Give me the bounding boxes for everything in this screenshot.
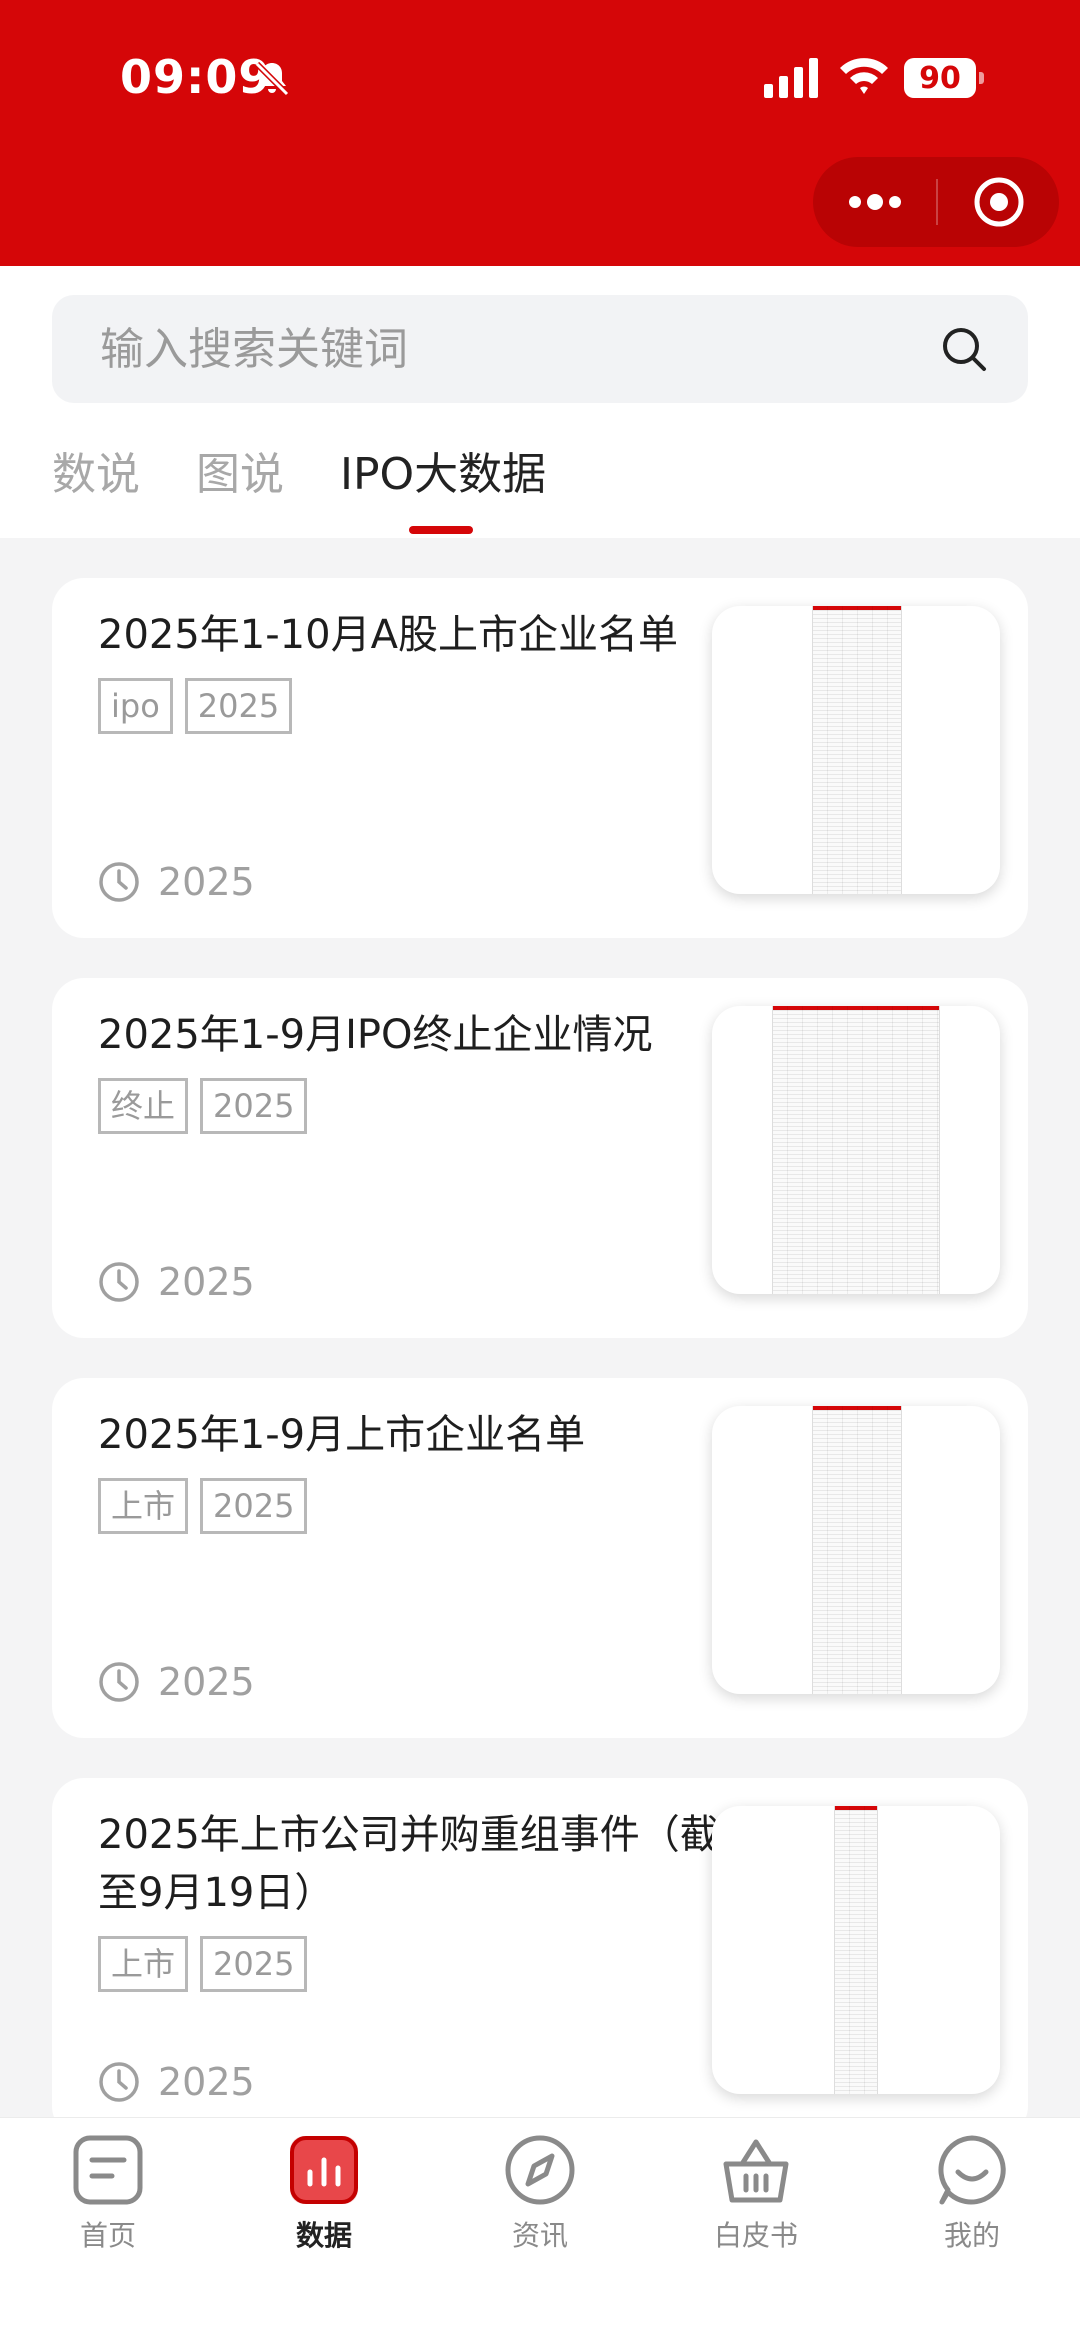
card-date: 2025 bbox=[98, 860, 255, 904]
tag: 2025 bbox=[200, 1478, 308, 1534]
card-tags: 上市 2025 bbox=[98, 1936, 308, 1992]
search-input[interactable] bbox=[98, 295, 918, 403]
card-thumbnail bbox=[712, 1006, 1000, 1294]
article-card[interactable]: 2025年上市公司并购重组事件（截至9月19日） 上市 2025 2025 bbox=[52, 1778, 1028, 2138]
nav-whitepaper-label: 白皮书 bbox=[713, 2219, 798, 2252]
card-date-text: 2025 bbox=[158, 2060, 255, 2104]
smile-icon bbox=[938, 2135, 1006, 2205]
tag: 上市 bbox=[98, 1936, 189, 1992]
spreadsheet-image bbox=[812, 1406, 902, 1694]
card-date: 2025 bbox=[98, 1260, 255, 1304]
compass-icon bbox=[505, 2135, 575, 2205]
bar-chart-icon bbox=[290, 2136, 358, 2204]
battery-indicator: 90 bbox=[904, 58, 984, 98]
card-date-text: 2025 bbox=[158, 860, 255, 904]
clock-icon bbox=[99, 1662, 139, 1702]
close-miniprogram-button[interactable] bbox=[938, 157, 1059, 247]
card-date-text: 2025 bbox=[158, 1260, 255, 1304]
doc-icon bbox=[73, 2135, 143, 2205]
nav-home-label: 首页 bbox=[79, 2219, 136, 2252]
more-dots-icon bbox=[848, 194, 901, 210]
card-title: 2025年上市公司并购重组事件（截至9月19日） bbox=[98, 1812, 720, 1916]
header-bar: 09:09 90 bbox=[0, 0, 1080, 266]
bell-muted-icon bbox=[254, 61, 290, 97]
nav-data-label: 数据 bbox=[295, 2219, 352, 2252]
search-bar[interactable] bbox=[52, 295, 1028, 403]
card-title: 2025年1-9月IPO终止企业情况 bbox=[98, 1012, 653, 1058]
nav-home[interactable]: 首页 bbox=[8, 2132, 208, 2272]
card-title: 2025年1-9月上市企业名单 bbox=[98, 1412, 586, 1458]
tab-tushuo[interactable]: 图说 bbox=[196, 440, 284, 510]
article-card[interactable]: 2025年1-9月上市企业名单 上市 2025 2025 bbox=[52, 1378, 1028, 1738]
tag: 2025 bbox=[200, 1936, 308, 1992]
clock-icon bbox=[99, 862, 139, 902]
target-close-icon bbox=[974, 177, 1023, 227]
spreadsheet-image bbox=[812, 606, 902, 894]
tag: 上市 bbox=[98, 1478, 189, 1534]
signal-icon bbox=[764, 58, 818, 98]
nav-news[interactable]: 资讯 bbox=[440, 2132, 640, 2272]
card-title: 2025年1-10月A股上市企业名单 bbox=[98, 612, 678, 658]
nav-profile-label: 我的 bbox=[943, 2219, 1000, 2252]
card-thumbnail bbox=[712, 606, 1000, 894]
clock-icon bbox=[99, 2062, 139, 2102]
status-time: 09:09 bbox=[120, 50, 272, 104]
nav-news-label: 资讯 bbox=[511, 2219, 568, 2252]
nav-whitepaper[interactable]: 白皮书 bbox=[656, 2132, 856, 2272]
card-date-text: 2025 bbox=[158, 1660, 255, 1704]
miniprogram-capsule bbox=[813, 157, 1059, 247]
wifi-icon bbox=[840, 58, 888, 94]
more-button[interactable] bbox=[813, 157, 936, 247]
nav-profile[interactable]: 我的 bbox=[872, 2132, 1072, 2272]
card-date: 2025 bbox=[98, 2060, 255, 2104]
card-date: 2025 bbox=[98, 1660, 255, 1704]
article-card[interactable]: 2025年1-10月A股上市企业名单 ipo 2025 2025 bbox=[52, 578, 1028, 938]
search-icon[interactable] bbox=[940, 325, 988, 373]
clock-icon bbox=[99, 1262, 139, 1302]
tag: ipo bbox=[98, 678, 173, 734]
article-card[interactable]: 2025年1-9月IPO终止企业情况 终止 2025 2025 bbox=[52, 978, 1028, 1338]
card-tags: ipo 2025 bbox=[98, 678, 293, 734]
tag: 终止 bbox=[98, 1078, 189, 1134]
tab-bar: 数说 图说 IPO大数据 bbox=[0, 440, 1080, 538]
tab-ipo-data[interactable]: IPO大数据 bbox=[340, 440, 546, 510]
card-thumbnail bbox=[712, 1406, 1000, 1694]
card-tags: 终止 2025 bbox=[98, 1078, 308, 1134]
basket-icon bbox=[723, 2139, 789, 2203]
bottom-nav: 首页 数据 资讯 白皮书 我的 bbox=[0, 2117, 1080, 2339]
card-tags: 上市 2025 bbox=[98, 1478, 308, 1534]
spreadsheet-image bbox=[834, 1806, 878, 2094]
spreadsheet-image bbox=[772, 1006, 940, 1294]
active-tab-indicator bbox=[409, 526, 473, 534]
card-thumbnail bbox=[712, 1806, 1000, 2094]
tag: 2025 bbox=[184, 678, 293, 734]
tag: 2025 bbox=[200, 1078, 308, 1134]
tab-shuoshuo[interactable]: 数说 bbox=[52, 440, 140, 510]
nav-data[interactable]: 数据 bbox=[224, 2132, 424, 2272]
